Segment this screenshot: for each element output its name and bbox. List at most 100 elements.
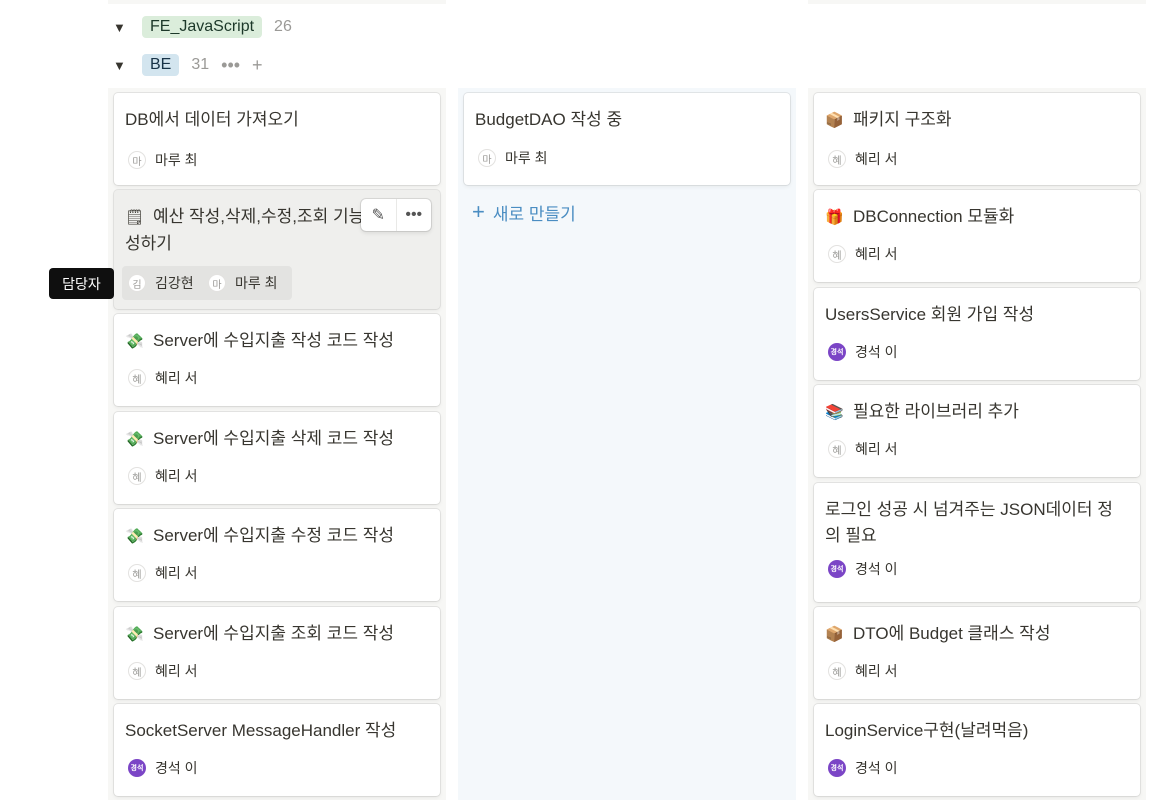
assignee[interactable]: 경석 경석 이 <box>128 758 198 778</box>
board-card[interactable]: 🗒 예산 작성,삭제,수정,조회 기능 같이 작성하기 김 김강현 마 마루 최 ✎ ••• <box>114 190 440 309</box>
group-label: BE <box>142 54 180 76</box>
card-title-text: BudgetDAO 작성 중 <box>475 110 623 129</box>
card-title: 🎁 DBConnection 모듈화 <box>825 204 1128 231</box>
board-card[interactable]: 💸 Server에 수입지출 조회 코드 작성혜 혜리 서 <box>114 607 440 699</box>
avatar: 김 <box>128 274 146 292</box>
board-card[interactable]: 🎁 DBConnection 모듈화혜 혜리 서 <box>814 190 1140 282</box>
group-header-fe[interactable]: ▼ FE_JavaScript 26 <box>113 13 292 41</box>
card-hover-toolbar: ✎ ••• <box>361 199 431 231</box>
card-title: BudgetDAO 작성 중 <box>475 107 778 133</box>
card-title-text: Server에 수입지출 수정 코드 작성 <box>153 526 395 545</box>
board-card[interactable]: 💸 Server에 수입지출 삭제 코드 작성혜 혜리 서 <box>114 412 440 504</box>
card-title-text: Server에 수입지출 작성 코드 작성 <box>153 331 395 350</box>
assignee-name: 마루 최 <box>505 150 548 166</box>
assignee[interactable]: 마 마루 최 <box>478 148 548 168</box>
expand-triangle-icon[interactable]: ▼ <box>113 58 133 73</box>
card-title-text: Server에 수입지출 조회 코드 작성 <box>153 624 395 643</box>
board-card[interactable]: BudgetDAO 작성 중마 마루 최 <box>464 93 790 185</box>
assignee[interactable]: 혜 혜리 서 <box>128 563 198 583</box>
avatar: 혜 <box>828 662 846 680</box>
avatar: 경석 <box>828 759 846 777</box>
board-card[interactable]: LoginService구현(날려먹음) 경석 경석 이 <box>814 704 1140 796</box>
assignee[interactable]: 혜 혜리 서 <box>828 149 898 169</box>
card-title: 💸 Server에 수입지출 조회 코드 작성 <box>125 621 428 648</box>
new-card-button[interactable]: + 새로 만들기 <box>472 199 576 225</box>
assignee-name: 경석 이 <box>855 344 898 360</box>
board-card[interactable]: 📚 필요한 라이브러리 추가혜 혜리 서 <box>814 385 1140 477</box>
card-title: 💸 Server에 수입지출 수정 코드 작성 <box>125 523 428 550</box>
more-icon[interactable]: ••• <box>395 199 432 231</box>
assignee[interactable]: 마 마루 최 <box>128 150 198 170</box>
card-emoji-icon: 🗒 <box>125 209 145 226</box>
assignee-name: 혜리 서 <box>855 441 898 457</box>
board-card[interactable]: 📦 DTO에 Budget 클래스 작성 혜 혜리 서 <box>814 607 1140 699</box>
assignee-name: 혜리 서 <box>855 151 898 167</box>
card-title-text: SocketServer MessageHandler 작성 <box>125 721 397 740</box>
board-card[interactable]: DB에서 데이터 가져오기마 마루 최 <box>114 93 440 185</box>
assignee-name: 혜리 서 <box>155 565 198 581</box>
board-column: 📦 패키지 구조화 혜 혜리 서 🎁 DBConnection 모듈화 혜 혜리 서 Users… <box>808 88 1146 800</box>
column-top-strip <box>808 0 1146 4</box>
group-header-be[interactable]: ▼ BE 31 ••• + <box>113 51 263 79</box>
assignee-name: 경석 이 <box>855 561 898 577</box>
board-card[interactable]: UsersService 회원 가입 작성경석 경석 이 <box>814 288 1140 380</box>
assignee[interactable]: 김 김강현 <box>128 273 194 293</box>
card-emoji-icon: 📦 <box>825 112 844 129</box>
group-count: 31 <box>191 56 210 73</box>
card-title: 💸 Server에 수입지출 작성 코드 작성 <box>125 328 428 355</box>
assignee[interactable]: 혜 혜리 서 <box>828 661 898 681</box>
card-title-text: 필요한 라이브러리 추가 <box>853 402 1019 421</box>
avatar: 혜 <box>828 150 846 168</box>
assignee[interactable]: 혜 혜리 서 <box>128 661 198 681</box>
assignee-name: 마루 최 <box>155 152 198 168</box>
board-card[interactable]: 📦 패키지 구조화혜 혜리 서 <box>814 93 1140 185</box>
assignee[interactable]: 혜 혜리 서 <box>128 368 198 388</box>
card-title: 💸 Server에 수입지출 삭제 코드 작성 <box>125 426 428 453</box>
assignee[interactable]: 경석 경석 이 <box>828 559 898 579</box>
assignee-name: 혜리 서 <box>155 663 198 679</box>
card-emoji-icon: 📚 <box>825 404 844 421</box>
card-title-text: DB에서 데이터 가져오기 <box>125 110 299 129</box>
assignee[interactable]: 마 마루 최 <box>208 273 278 293</box>
avatar: 혜 <box>128 467 146 485</box>
assignee-name: 혜리 서 <box>855 663 898 679</box>
card-title-text: UsersService 회원 가입 작성 <box>825 305 1035 324</box>
avatar: 경석 <box>828 560 846 578</box>
assignee[interactable]: 혜 혜리 서 <box>828 439 898 459</box>
avatar: 경석 <box>828 343 846 361</box>
board-card[interactable]: SocketServer MessageHandler 작성경석 경석 이 <box>114 704 440 796</box>
card-title-text: 로그인 성공 시 넘겨주는 JSON데이터 정의 필요 <box>825 500 1113 545</box>
board-card[interactable]: 💸 Server에 수입지출 수정 코드 작성혜 혜리 서 <box>114 509 440 601</box>
board-column: DB에서 데이터 가져오기 마 마루 최 🗒 예산 작성,삭제,수정,조회 기능 같이 … <box>108 88 446 800</box>
card-title: 📦 패키지 구조화 <box>825 107 1128 134</box>
card-title: SocketServer MessageHandler 작성 <box>125 718 428 744</box>
more-icon[interactable]: ••• <box>221 55 240 76</box>
group-count: 26 <box>274 18 292 35</box>
board-card[interactable]: 로그인 성공 시 넘겨주는 JSON데이터 정의 필요경석 경석 이 <box>814 483 1140 602</box>
assignee-name: 김강현 <box>155 275 194 291</box>
column-top-strip <box>108 0 446 4</box>
card-title-text: Server에 수입지출 삭제 코드 작성 <box>153 429 395 448</box>
assignee-name: 혜리 서 <box>855 246 898 262</box>
assignee[interactable]: 혜 혜리 서 <box>128 466 198 486</box>
edit-icon[interactable]: ✎ <box>361 199 396 231</box>
board-card[interactable]: 💸 Server에 수입지출 작성 코드 작성혜 혜리 서 <box>114 314 440 406</box>
avatar: 마 <box>478 149 496 167</box>
assignee-name: 혜리 서 <box>155 370 198 386</box>
avatar: 혜 <box>128 369 146 387</box>
card-emoji-icon: 📦 <box>825 626 844 643</box>
avatar: 마 <box>128 151 146 169</box>
expand-triangle-icon[interactable]: ▼ <box>113 20 133 35</box>
add-icon[interactable]: + <box>252 55 263 76</box>
card-title: DB에서 데이터 가져오기 <box>125 107 428 133</box>
card-emoji-icon: 💸 <box>125 431 144 448</box>
card-emoji-icon: 🎁 <box>825 209 844 226</box>
assignee[interactable]: 경석 경석 이 <box>828 758 898 778</box>
assignee[interactable]: 혜 혜리 서 <box>828 244 898 264</box>
card-title-text: LoginService구현(날려먹음) <box>825 721 1029 740</box>
card-title: UsersService 회원 가입 작성 <box>825 302 1128 328</box>
assignee[interactable]: 경석 경석 이 <box>828 342 898 362</box>
card-title-text: 패키지 구조화 <box>853 110 952 129</box>
assignee-name: 마루 최 <box>235 275 278 291</box>
group-label: FE_JavaScript <box>142 16 263 38</box>
